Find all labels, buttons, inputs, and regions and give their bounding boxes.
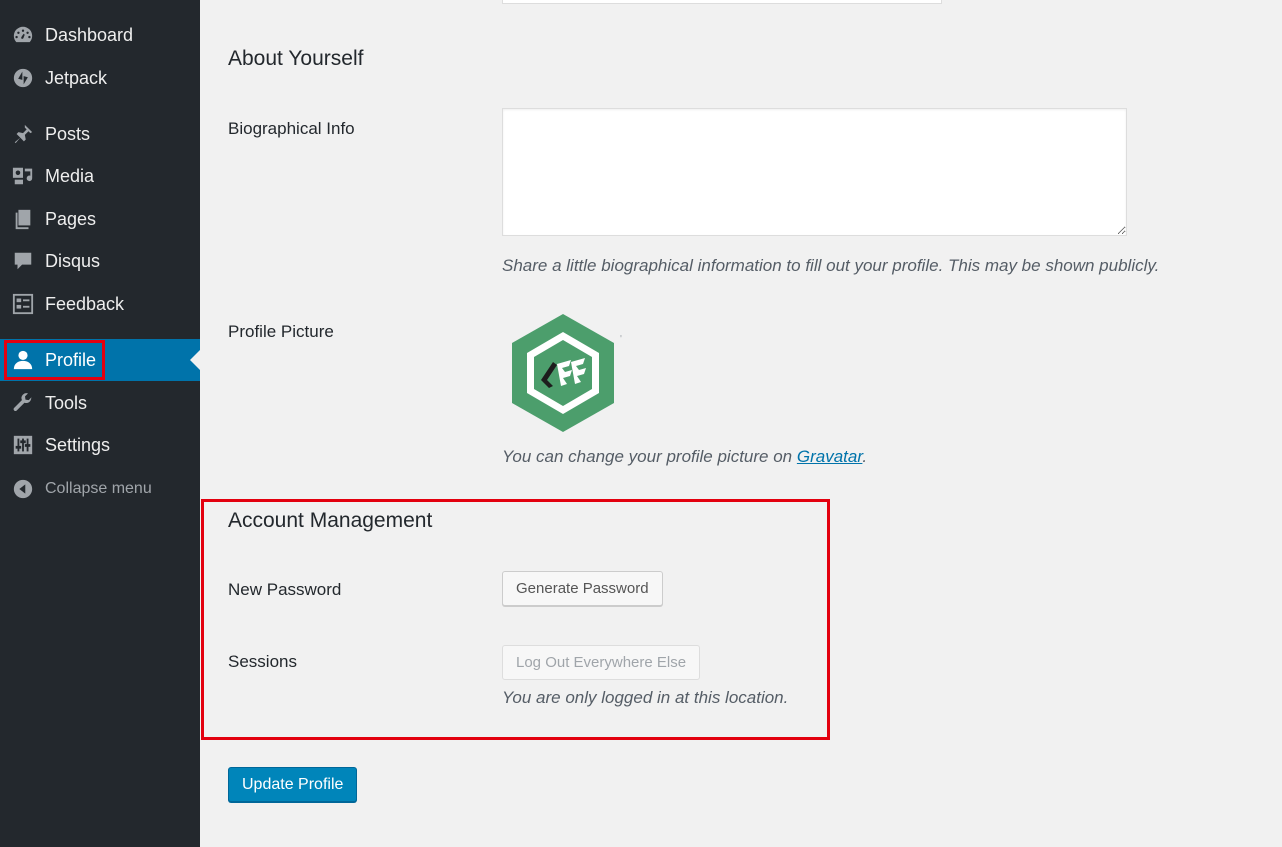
picture-desc-prefix: You can change your profile picture on	[502, 447, 797, 466]
sidebar-item-label: Posts	[45, 123, 91, 144]
sidebar-item-media[interactable]: Media	[0, 155, 200, 197]
sidebar-item-label: Profile	[45, 349, 97, 370]
sidebar-item-label: Disqus	[45, 250, 101, 271]
biographical-info-label: Biographical Info	[228, 119, 355, 138]
sidebar-item-dashboard[interactable]: Dashboard	[0, 14, 200, 56]
biographical-info-description: Share a little biographical information …	[502, 256, 1160, 275]
picture-desc-suffix: .	[862, 447, 868, 466]
sidebar-item-label: Jetpack	[45, 67, 108, 88]
sidebar-item-jetpack[interactable]: Jetpack	[0, 57, 200, 99]
sessions-label: Sessions	[228, 652, 297, 671]
sidebar-item-label: Dashboard	[45, 24, 134, 45]
dashboard-icon	[11, 23, 35, 47]
profile-picture-label: Profile Picture	[228, 322, 334, 341]
media-icon	[11, 164, 35, 188]
biographical-info-textarea[interactable]	[502, 108, 1127, 236]
profile-picture-description: You can change your profile picture on G…	[502, 447, 867, 467]
profile-form: About Yourself Biographical Info Share a…	[200, 0, 1282, 847]
avatar-dot: '	[620, 334, 622, 345]
comment-icon	[11, 249, 35, 273]
collapse-arrow-icon	[11, 477, 35, 501]
jetpack-icon	[11, 66, 35, 90]
gravatar-link[interactable]: Gravatar	[797, 447, 863, 466]
settings-icon	[11, 433, 35, 457]
about-yourself-heading: About Yourself	[228, 47, 364, 70]
wrench-icon	[11, 391, 35, 415]
log-out-everywhere-button[interactable]: Log Out Everywhere Else	[502, 645, 701, 680]
sidebar-item-pages[interactable]: Pages	[0, 198, 200, 240]
new-password-label: New Password	[228, 580, 342, 599]
admin-sidebar: Dashboard Jetpack Posts Media Pages Disq…	[0, 0, 200, 847]
pages-icon	[11, 207, 35, 231]
sessions-description: You are only logged in at this location.	[502, 688, 789, 707]
update-profile-button[interactable]: Update Profile	[228, 767, 358, 802]
sidebar-item-disqus[interactable]: Disqus	[0, 240, 200, 282]
generate-password-button[interactable]: Generate Password	[502, 571, 663, 606]
sidebar-item-tools[interactable]: Tools	[0, 382, 200, 424]
sidebar-item-posts[interactable]: Posts	[0, 113, 200, 155]
feedback-icon	[11, 292, 35, 316]
collapse-menu-label: Collapse menu	[45, 480, 152, 497]
sidebar-item-label: Media	[45, 165, 95, 186]
sidebar-item-label: Settings	[45, 434, 111, 455]
account-management-heading: Account Management	[228, 509, 433, 532]
sidebar-item-settings[interactable]: Settings	[0, 424, 200, 466]
sidebar-item-profile[interactable]: Profile	[0, 339, 200, 381]
previous-field-input[interactable]	[502, 0, 942, 4]
sidebar-item-label: Feedback	[45, 293, 125, 314]
profile-avatar-image	[512, 314, 614, 432]
sidebar-item-label: Pages	[45, 208, 97, 229]
collapse-menu-button[interactable]: Collapse menu	[0, 468, 200, 510]
sidebar-item-feedback[interactable]: Feedback	[0, 283, 200, 325]
sidebar-item-label: Tools	[45, 392, 88, 413]
pushpin-icon	[11, 122, 35, 146]
user-icon	[11, 348, 35, 372]
